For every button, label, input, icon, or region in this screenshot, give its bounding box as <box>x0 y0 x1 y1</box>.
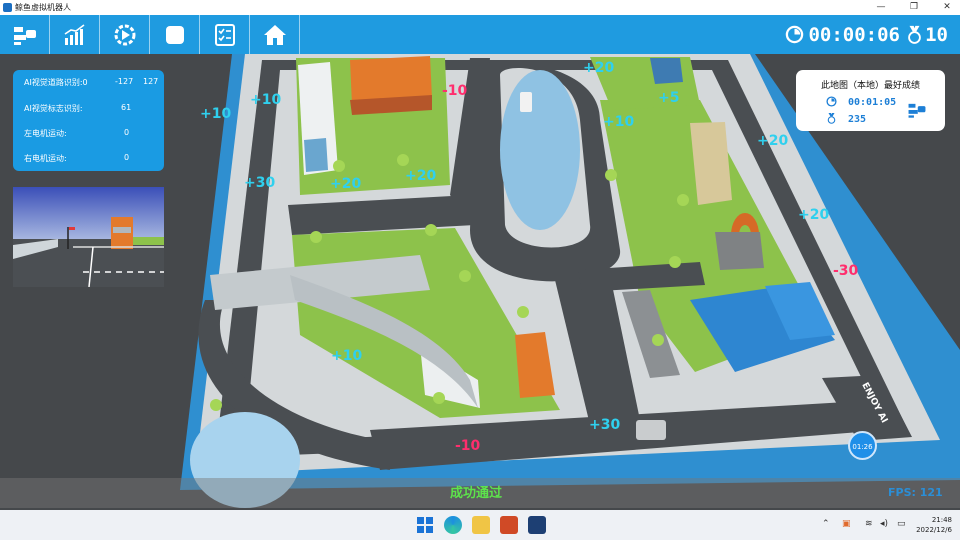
map-marker: +20 <box>330 176 362 192</box>
task-list-button[interactable] <box>200 15 250 54</box>
best-time: 00:01:05 <box>848 97 897 108</box>
best-record-title: 此地图（本地）最好成绩 <box>820 81 920 91</box>
map-marker: +10 <box>603 114 635 130</box>
app-icon <box>3 3 12 12</box>
map-marker: +10 <box>200 106 232 122</box>
best-score: 235 <box>848 114 867 125</box>
home-button[interactable] <box>250 15 300 54</box>
score-display: 10 <box>907 21 948 48</box>
virtual-robot-app-icon[interactable] <box>528 516 546 534</box>
robot-config-button[interactable] <box>0 15 50 54</box>
right-motor-label: 右电机运动: <box>24 154 67 163</box>
road-recognition-value2: 127 <box>143 77 159 86</box>
start-button[interactable] <box>416 516 434 534</box>
robot-config-icon <box>908 103 926 118</box>
best-record-card: 此地图（本地）最好成绩 00:01:05 235 <box>796 70 945 131</box>
main-toolbar: 00:00:06 10 <box>0 15 960 54</box>
checklist-icon <box>214 23 235 46</box>
fps-counter: FPS: 121 <box>888 486 943 499</box>
tray-overflow-icon[interactable]: ⌃ <box>822 519 830 529</box>
map-marker: +20 <box>798 207 830 223</box>
windows-logo-icon <box>417 517 433 533</box>
map-marker: +20 <box>405 168 437 184</box>
map-marker: -30 <box>833 263 859 279</box>
pass-message: 成功通过 <box>450 486 503 501</box>
timer-value: 00:00:06 <box>808 23 900 46</box>
map-marker: +20 <box>757 133 789 149</box>
map-marker: -10 <box>442 83 468 99</box>
maximize-button[interactable]: ❐ <box>903 1 925 14</box>
home-icon <box>263 24 286 45</box>
close-button[interactable]: ✕ <box>936 1 958 14</box>
play-gear-icon <box>114 24 135 45</box>
sign-recognition-label: AI视觉标志识别: <box>24 104 83 113</box>
file-explorer-icon[interactable] <box>472 516 490 534</box>
left-motor-label: 左电机运动: <box>24 129 67 138</box>
left-motor-value: 0 <box>124 128 130 137</box>
minimize-button[interactable]: — <box>870 1 892 14</box>
road-recognition-value: -127 <box>115 77 134 86</box>
stop-icon <box>165 25 184 44</box>
map-marker: +30 <box>244 175 276 191</box>
run-button[interactable] <box>100 15 150 54</box>
right-motor-value: 0 <box>124 153 130 162</box>
medal-icon <box>908 25 921 44</box>
score-value: 10 <box>925 23 948 46</box>
battery-icon[interactable]: ▭ <box>897 519 906 529</box>
robot-config-icon <box>13 26 36 45</box>
powerpoint-icon[interactable] <box>500 516 518 534</box>
map-marker: +20 <box>583 60 615 76</box>
countdown-badge: 01:26 <box>848 431 877 460</box>
elapsed-timer: 00:00:06 <box>785 21 900 48</box>
window-titlebar: 鲸鱼虚拟机器人 — ❐ ✕ <box>0 0 960 15</box>
map-marker: -10 <box>455 438 481 454</box>
clock-date: 2022/12/6 <box>916 526 952 534</box>
road-recognition-label: AI视觉道路识别:0 <box>24 78 88 87</box>
windows-taskbar: ⌃ ▣ ≋ ◂) ▭ 21:48 2022/12/6 <box>0 510 960 540</box>
edge-browser-icon[interactable] <box>444 516 462 534</box>
medal-icon <box>827 113 836 124</box>
robot-camera-view <box>13 187 164 287</box>
clock-time: 21:48 <box>931 516 952 524</box>
window-title: 鲸鱼虚拟机器人 <box>15 3 71 12</box>
clock-icon <box>826 96 837 107</box>
map-marker: +10 <box>250 92 282 108</box>
statistics-button[interactable] <box>50 15 100 54</box>
wifi-icon[interactable]: ≋ <box>865 519 873 529</box>
tray-app-icon[interactable]: ▣ <box>842 519 851 529</box>
stop-button[interactable] <box>150 15 200 54</box>
sensor-status-panel: AI视觉道路识别:0 -127 127 AI视觉标志识别: 61 左电机运动: … <box>13 70 164 171</box>
volume-icon[interactable]: ◂) <box>880 519 888 529</box>
taskbar-clock[interactable]: 21:48 2022/12/6 <box>916 515 952 535</box>
clock-icon <box>786 25 804 44</box>
sign-recognition-value: 61 <box>121 103 132 112</box>
map-marker: +10 <box>331 348 363 364</box>
map-marker: +5 <box>658 90 680 106</box>
bar-chart-icon <box>64 23 84 45</box>
map-marker: +30 <box>589 417 621 433</box>
